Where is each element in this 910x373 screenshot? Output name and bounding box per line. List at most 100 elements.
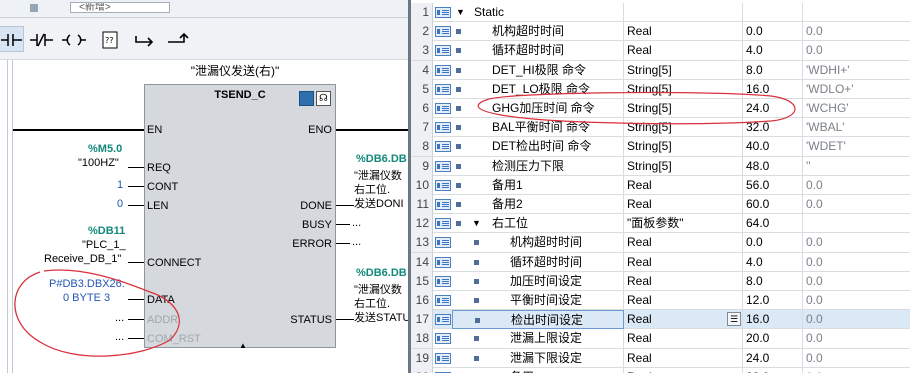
table-row[interactable]: 3 循环超时时间 Real 4.0 0.0 [411, 41, 910, 61]
start-value-cell[interactable]: 0.0 [803, 329, 910, 348]
start-value-cell[interactable]: '' [803, 157, 910, 176]
connect-operand-name-1[interactable]: "PLC_1_ [82, 239, 126, 251]
coil-icon[interactable] [60, 26, 86, 52]
table-row[interactable]: 9 检测压力下限 String[5] 48.0 '' [411, 156, 910, 176]
member-name-cell[interactable]: 泄漏上限设定 [452, 329, 624, 349]
data-type-cell[interactable]: String[5] [624, 60, 743, 80]
busy-operand[interactable]: ... [352, 217, 361, 229]
member-name-cell[interactable]: 机构超时时间 [452, 22, 624, 42]
table-row[interactable]: 8 DET检出时间 命令 String[5] 40.0 'WDET' [411, 137, 910, 157]
start-value-cell[interactable]: 'WDET' [803, 137, 910, 156]
default-value-cell[interactable]: 64.0 [743, 214, 803, 234]
member-name-cell[interactable]: 平衡时间设定 [452, 291, 624, 310]
cont-operand[interactable]: 1 [117, 179, 123, 191]
data-operand-line-2[interactable]: 0 BYTE 3 [63, 292, 110, 304]
default-value-cell[interactable]: 8.0 [743, 60, 803, 80]
table-row[interactable]: 7 BAL平衡时间 命令 String[5] 32.0 'WBAL' [411, 118, 910, 138]
table-row[interactable]: 6 GHG加压时间 命令 String[5] 24.0 'WCHG' [411, 99, 910, 119]
table-row[interactable]: 17 检出时间设定 Real ☰ 16.0 0.0 [411, 310, 910, 330]
default-value-cell[interactable] [743, 3, 803, 22]
contact-nc-icon[interactable] [28, 26, 54, 52]
expand-arrow-icon[interactable]: ▼ [472, 214, 481, 233]
table-row[interactable]: 14 循环超时时间 Real 4.0 0.0 [411, 252, 910, 272]
type-picker-button[interactable]: ☰ [727, 312, 741, 327]
start-value-cell[interactable]: 0.0 [803, 253, 910, 272]
member-name-cell[interactable]: 检测压力下限 [452, 156, 624, 176]
default-value-cell[interactable]: 24.0 [743, 348, 803, 368]
data-type-cell[interactable]: Real [624, 233, 743, 253]
start-value-cell[interactable]: 0.0 [803, 233, 910, 252]
contact-no-icon[interactable] [0, 26, 24, 52]
data-type-cell[interactable]: String[5] [624, 156, 743, 176]
start-value-cell[interactable]: 'WDLO+' [803, 80, 910, 99]
data-type-cell[interactable]: Real [624, 22, 743, 42]
table-row[interactable]: 1 ▼ Static [411, 3, 910, 23]
default-value-cell[interactable]: 24.0 [743, 99, 803, 118]
member-name-cell[interactable]: 加压时间设定 [452, 271, 624, 291]
default-value-cell[interactable]: 20.0 [743, 329, 803, 349]
close-branch-icon[interactable] [164, 26, 190, 52]
default-value-cell[interactable]: 28.0 [743, 367, 803, 373]
default-value-cell[interactable]: 48.0 [743, 156, 803, 176]
table-row[interactable]: 2 机构超时时间 Real 0.0 0.0 [411, 22, 910, 42]
connect-operand-name-2[interactable]: Receive_DB_1" [44, 253, 121, 265]
member-name-cell[interactable]: 机构超时时间 [452, 233, 624, 253]
done-operand-name-3[interactable]: 发送DONI [354, 195, 404, 211]
table-row[interactable]: 18 泄漏上限设定 Real 20.0 0.0 [411, 329, 910, 349]
start-value-cell[interactable]: 0.0 [803, 291, 910, 310]
data-operand-line-1[interactable]: P#DB3.DBX26. [49, 278, 125, 290]
member-name-cell[interactable]: DET_LO极限 命令 [452, 79, 624, 99]
start-value-cell[interactable]: 0.0 [803, 272, 910, 291]
default-value-cell[interactable]: 60.0 [743, 195, 803, 214]
default-value-cell[interactable]: 16.0 [743, 310, 803, 330]
data-type-cell[interactable]: String[5] [624, 79, 743, 99]
data-type-cell[interactable]: String[5] [624, 99, 743, 118]
data-type-cell[interactable]: Real [624, 41, 743, 61]
table-row[interactable]: 5 DET_LO极限 命令 String[5] 16.0 'WDLO+' [411, 79, 910, 99]
data-type-cell[interactable]: "面板参数" [624, 214, 743, 234]
member-name-cell[interactable]: DET_HI极限 命令 [452, 60, 624, 80]
member-name-cell[interactable]: 备用1 [452, 175, 624, 195]
done-operand-address[interactable]: %DB6.DB [356, 153, 407, 165]
table-row[interactable]: 11 备用2 Real 60.0 0.0 [411, 195, 910, 215]
default-value-cell[interactable]: 0.0 [743, 22, 803, 42]
default-value-cell[interactable]: 12.0 [743, 291, 803, 310]
block-config-icon[interactable] [299, 91, 314, 106]
default-value-cell[interactable]: 16.0 [743, 79, 803, 99]
req-operand-address[interactable]: %M5.0 [88, 143, 122, 155]
default-value-cell[interactable]: 4.0 [743, 41, 803, 61]
default-value-cell[interactable]: 40.0 [743, 137, 803, 157]
start-value-cell[interactable]: 'WBAL' [803, 118, 910, 137]
tsend-c-block[interactable]: TSEND_C ☊ EN REQ CONT LEN CONNECT DATA A… [144, 84, 336, 350]
expand-arrow-icon[interactable]: ▼ [456, 3, 465, 22]
start-value-cell[interactable]: 'WDHI+' [803, 61, 910, 80]
data-type-cell[interactable]: Real [624, 271, 743, 291]
member-name-cell[interactable]: DET检出时间 命令 [452, 137, 624, 157]
default-value-cell[interactable]: 0.0 [743, 233, 803, 253]
table-row[interactable]: 19 泄漏下限设定 Real 24.0 0.0 [411, 348, 910, 368]
start-value-cell[interactable] [803, 3, 910, 22]
data-type-cell[interactable]: String[5] [624, 137, 743, 157]
data-type-cell[interactable]: Real [624, 195, 743, 214]
table-row[interactable]: 13 机构超时时间 Real 0.0 0.0 [411, 233, 910, 253]
addr-operand[interactable]: ... [115, 312, 124, 324]
open-branch-icon[interactable] [132, 26, 158, 52]
default-value-cell[interactable]: 8.0 [743, 271, 803, 291]
table-row[interactable]: 20 备用 Real28.00.0 [411, 367, 910, 373]
req-operand-name[interactable]: "100HZ" [78, 157, 119, 169]
start-value-cell[interactable]: 0.0 [803, 176, 910, 195]
default-value-cell[interactable]: 32.0 [743, 118, 803, 138]
member-name-cell[interactable]: 循环超时时间 [452, 41, 624, 61]
error-operand[interactable]: ... [352, 236, 361, 248]
data-type-cell[interactable]: Real [624, 367, 743, 373]
member-name-cell[interactable]: BAL平衡时间 命令 [452, 118, 624, 138]
data-type-cell[interactable]: Real [624, 291, 743, 310]
start-value-cell[interactable]: 0.0 [803, 349, 910, 368]
start-value-cell[interactable]: 0.0 [803, 368, 910, 373]
start-value-cell[interactable]: 0.0 [803, 195, 910, 214]
comrst-operand[interactable]: ... [115, 331, 124, 343]
box-instruction-icon[interactable]: ?? [96, 26, 122, 52]
status-operand-name-3[interactable]: 发送STATU [354, 309, 408, 325]
data-type-cell[interactable]: String[5] [624, 118, 743, 138]
start-value-cell[interactable] [803, 214, 910, 233]
